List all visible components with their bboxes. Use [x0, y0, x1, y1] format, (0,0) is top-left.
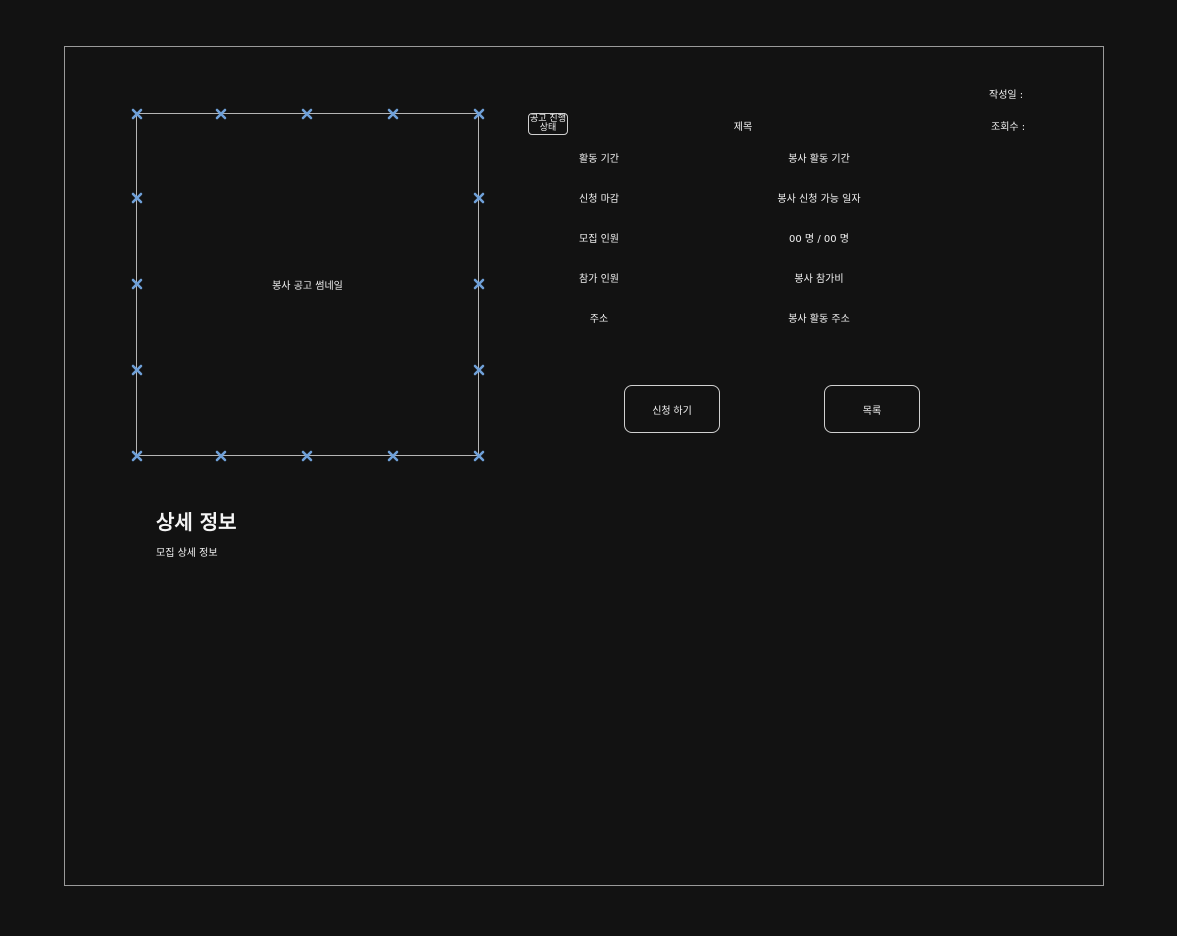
- detail-section-body: 모집 상세 정보: [156, 548, 218, 559]
- detail-value-recruit: 00 명 / 00 명: [789, 234, 849, 245]
- x-handle-icon[interactable]: [301, 108, 313, 120]
- apply-button[interactable]: 신청 하기: [624, 385, 720, 433]
- thumbnail-label: 봉사 공고 썸네일: [272, 281, 343, 292]
- x-handle-icon[interactable]: [473, 450, 485, 462]
- detail-value-period: 봉사 활동 기간: [788, 154, 850, 165]
- views-label: 조회수 :: [991, 122, 1026, 133]
- x-handle-icon[interactable]: [131, 192, 143, 204]
- x-handle-icon[interactable]: [131, 450, 143, 462]
- detail-value-address: 봉사 활동 주소: [788, 314, 850, 325]
- list-button[interactable]: 목록: [824, 385, 920, 433]
- x-handle-icon[interactable]: [473, 108, 485, 120]
- detail-label-address: 주소: [589, 314, 609, 325]
- x-handle-icon[interactable]: [131, 364, 143, 376]
- detail-label-participants: 참가 인원: [579, 274, 619, 285]
- created-date-label: 작성일 :: [989, 90, 1024, 101]
- x-handle-icon[interactable]: [473, 192, 485, 204]
- x-handle-icon[interactable]: [215, 108, 227, 120]
- x-handle-icon[interactable]: [215, 450, 227, 462]
- thumbnail-placeholder[interactable]: 봉사 공고 썸네일: [136, 113, 479, 456]
- post-title: 제목: [733, 122, 753, 133]
- x-handle-icon[interactable]: [473, 364, 485, 376]
- x-handle-icon[interactable]: [473, 278, 485, 290]
- status-badge: 공고 진행 상태: [528, 113, 568, 135]
- detail-label-recruit: 모집 인원: [579, 234, 619, 245]
- detail-value-participants: 봉사 참가비: [794, 274, 844, 285]
- detail-label-deadline: 신청 마감: [579, 194, 619, 205]
- detail-label-period: 활동 기간: [579, 154, 619, 165]
- x-handle-icon[interactable]: [131, 108, 143, 120]
- x-handle-icon[interactable]: [131, 278, 143, 290]
- x-handle-icon[interactable]: [301, 450, 313, 462]
- x-handle-icon[interactable]: [387, 108, 399, 120]
- detail-section-title: 상세 정보: [156, 510, 237, 534]
- x-handle-icon[interactable]: [387, 450, 399, 462]
- detail-value-deadline: 봉사 신청 가능 일자: [777, 194, 861, 205]
